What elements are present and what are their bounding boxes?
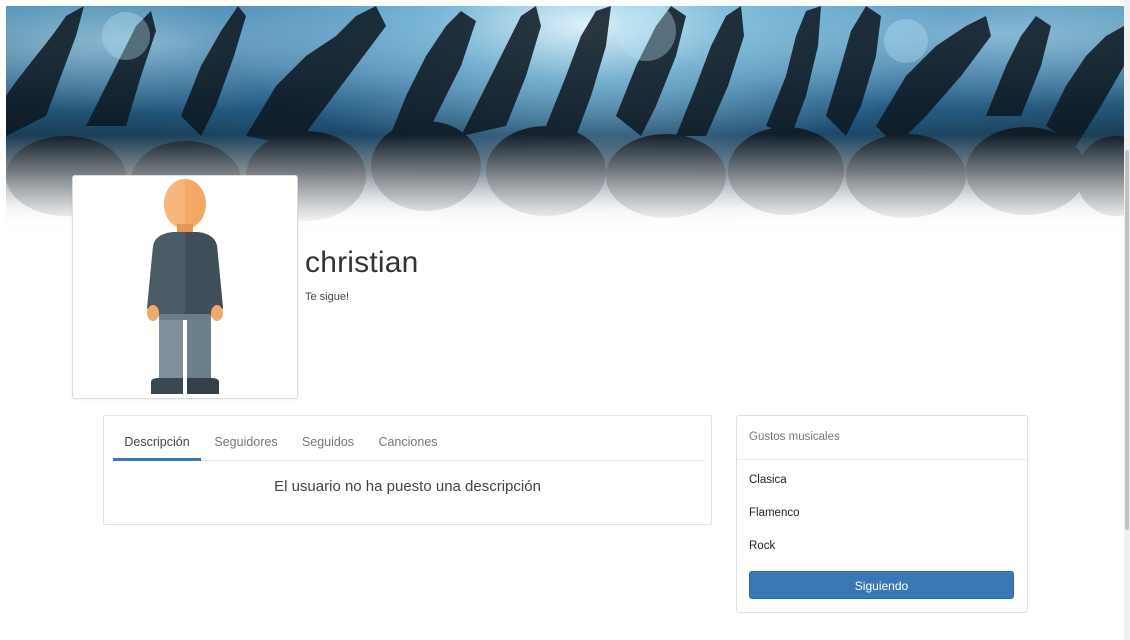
music-taste-item: Flamenco (749, 507, 800, 519)
tab-description[interactable]: Descripción (113, 416, 201, 460)
scrollbar-thumb[interactable] (1125, 150, 1129, 530)
music-tastes-title: Gustos musicales (749, 431, 840, 443)
follows-you-status: Te sigue! (305, 291, 350, 303)
avatar (72, 175, 298, 399)
music-taste-item: Clasica (749, 474, 787, 486)
page-scrollbar[interactable] (1124, 0, 1130, 640)
tab-bar: Descripción Seguidores Seguidos Cancione… (113, 416, 703, 461)
profile-username: christian (305, 246, 419, 279)
tab-followers[interactable]: Seguidores (211, 416, 281, 460)
description-message: El usuario no ha puesto una descripción (274, 478, 541, 495)
tab-songs[interactable]: Canciones (377, 416, 439, 460)
music-taste-item: Rock (749, 540, 776, 552)
tab-following[interactable]: Seguidos (299, 416, 357, 460)
music-tastes-header: Gustos musicales (737, 416, 1027, 460)
following-button[interactable]: Siguiendo (749, 571, 1014, 599)
profile-page: christian Te sigue! Descripción Seguidor… (0, 0, 1130, 640)
music-tastes-card: Gustos musicales Clasica Flamenco Rock S… (736, 415, 1028, 613)
person-avatar-icon (147, 179, 223, 394)
active-tab-indicator (113, 458, 201, 461)
profile-tabs-panel: Descripción Seguidores Seguidos Cancione… (103, 415, 712, 525)
